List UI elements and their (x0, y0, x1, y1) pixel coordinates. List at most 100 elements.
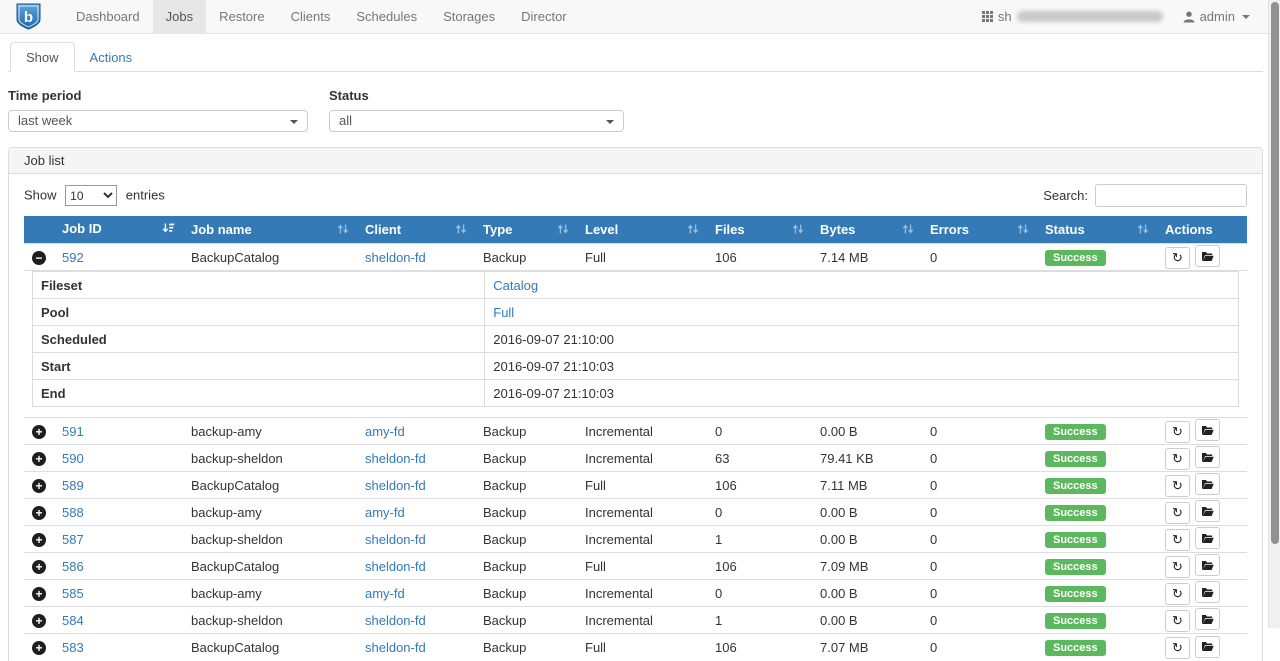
restore-job-button[interactable] (1195, 608, 1220, 630)
rerun-icon: ↻ (1172, 250, 1183, 266)
job-id-link[interactable]: 583 (62, 640, 84, 655)
restore-job-button[interactable] (1195, 419, 1220, 441)
job-id-link[interactable]: 588 (62, 505, 84, 520)
client-link[interactable]: sheldon-fd (365, 250, 426, 265)
nav-item-storages[interactable]: Storages (430, 0, 508, 33)
rerun-job-button[interactable]: ↻ (1165, 529, 1190, 551)
restore-job-button[interactable] (1195, 473, 1220, 495)
restore-job-button[interactable] (1195, 636, 1220, 658)
user-menu[interactable]: admin (1183, 9, 1250, 24)
nav-item-director[interactable]: Director (508, 0, 580, 33)
restore-job-button[interactable] (1195, 554, 1220, 576)
client-link[interactable]: sheldon-fd (365, 532, 426, 547)
scrollbar-track[interactable] (1268, 0, 1280, 628)
expand-row-button[interactable]: + (32, 452, 46, 466)
job-level: Full (577, 244, 707, 271)
nav-item-jobs[interactable]: Jobs (153, 0, 206, 33)
tab-show[interactable]: Show (10, 42, 75, 72)
column-header-files[interactable]: Files (707, 216, 812, 244)
rerun-job-button[interactable]: ↻ (1165, 610, 1190, 632)
entries-select[interactable]: 10 (65, 185, 117, 206)
time-period-select[interactable]: last week (8, 110, 308, 132)
rerun-job-button[interactable]: ↻ (1165, 421, 1190, 443)
job-errors: 0 (922, 607, 1037, 634)
client-link[interactable]: sheldon-fd (365, 640, 426, 655)
detail-value: Catalog (485, 272, 1239, 299)
column-label: Job name (191, 222, 252, 237)
expand-row-button[interactable]: + (32, 425, 46, 439)
restore-job-button[interactable] (1195, 245, 1220, 267)
column-header-actions[interactable]: Actions (1157, 216, 1247, 244)
client-link[interactable]: sheldon-fd (365, 478, 426, 493)
nav-item-dashboard[interactable]: Dashboard (63, 0, 153, 33)
job-files: 106 (707, 634, 812, 661)
column-header-bytes[interactable]: Bytes (812, 216, 922, 244)
sort-both-icon (1137, 223, 1149, 238)
folder-open-icon (1201, 614, 1214, 625)
rerun-job-button[interactable]: ↻ (1165, 583, 1190, 605)
rerun-job-button[interactable]: ↻ (1165, 556, 1190, 578)
job-name: BackupCatalog (183, 244, 357, 271)
rerun-job-button[interactable]: ↻ (1165, 502, 1190, 524)
restore-job-button[interactable] (1195, 581, 1220, 603)
client-link[interactable]: sheldon-fd (365, 613, 426, 628)
rerun-job-button[interactable]: ↻ (1165, 448, 1190, 470)
job-id-link[interactable]: 585 (62, 586, 84, 601)
job-id-link[interactable]: 591 (62, 424, 84, 439)
job-id-link[interactable]: 589 (62, 478, 84, 493)
status-select[interactable]: all (329, 110, 624, 132)
director-host-selector[interactable]: sh (982, 9, 1163, 24)
client-link[interactable]: amy-fd (365, 586, 405, 601)
app-logo[interactable]: b (16, 0, 41, 33)
nav-item-restore[interactable]: Restore (206, 0, 278, 33)
folder-open-icon (1201, 452, 1214, 463)
nav-item-clients[interactable]: Clients (278, 0, 344, 33)
column-header-client[interactable]: Client (357, 216, 475, 244)
job-level: Incremental (577, 445, 707, 472)
job-level: Incremental (577, 418, 707, 445)
column-header-errors[interactable]: Errors (922, 216, 1037, 244)
expand-row-button[interactable]: + (32, 533, 46, 547)
search-input[interactable] (1095, 184, 1247, 207)
job-id-link[interactable]: 584 (62, 613, 84, 628)
status-badge: Success (1045, 250, 1106, 266)
job-id-link[interactable]: 592 (62, 250, 84, 265)
column-header-status[interactable]: Status (1037, 216, 1157, 244)
restore-job-button[interactable] (1195, 446, 1220, 468)
expand-row-button[interactable]: + (32, 641, 46, 655)
column-header-job-name[interactable]: Job name (183, 216, 357, 244)
detail-field-row: End2016-09-07 21:10:03 (33, 380, 1239, 407)
job-bytes: 7.11 MB (812, 472, 922, 499)
job-type: Backup (475, 472, 577, 499)
column-header-type[interactable]: Type (475, 216, 577, 244)
detail-value-link[interactable]: Catalog (493, 278, 538, 293)
expand-row-button[interactable]: + (32, 587, 46, 601)
client-link[interactable]: amy-fd (365, 505, 405, 520)
column-label: Bytes (820, 222, 855, 237)
scrollbar-thumb[interactable] (1271, 2, 1279, 544)
expand-row-button[interactable]: + (32, 479, 46, 493)
column-header-level[interactable]: Level (577, 216, 707, 244)
column-header-job-id[interactable]: Job ID (54, 216, 183, 244)
rerun-job-button[interactable]: ↻ (1165, 637, 1190, 659)
client-link[interactable]: sheldon-fd (365, 559, 426, 574)
detail-value-link[interactable]: Full (493, 305, 514, 320)
client-link[interactable]: sheldon-fd (365, 451, 426, 466)
detail-label: Scheduled (33, 326, 485, 353)
expand-row-button[interactable]: + (32, 614, 46, 628)
tab-actions[interactable]: Actions (75, 43, 148, 71)
rerun-job-button[interactable]: ↻ (1165, 247, 1190, 269)
job-id-link[interactable]: 586 (62, 559, 84, 574)
detail-field-row: FilesetCatalog (33, 272, 1239, 299)
nav-item-schedules[interactable]: Schedules (343, 0, 430, 33)
expand-row-button[interactable]: + (32, 560, 46, 574)
collapse-row-button[interactable]: − (32, 251, 46, 265)
client-link[interactable]: amy-fd (365, 424, 405, 439)
restore-job-button[interactable] (1195, 527, 1220, 549)
restore-job-button[interactable] (1195, 500, 1220, 522)
rerun-job-button[interactable]: ↻ (1165, 475, 1190, 497)
job-id-link[interactable]: 587 (62, 532, 84, 547)
status-badge: Success (1045, 586, 1106, 602)
expand-row-button[interactable]: + (32, 506, 46, 520)
job-id-link[interactable]: 590 (62, 451, 84, 466)
